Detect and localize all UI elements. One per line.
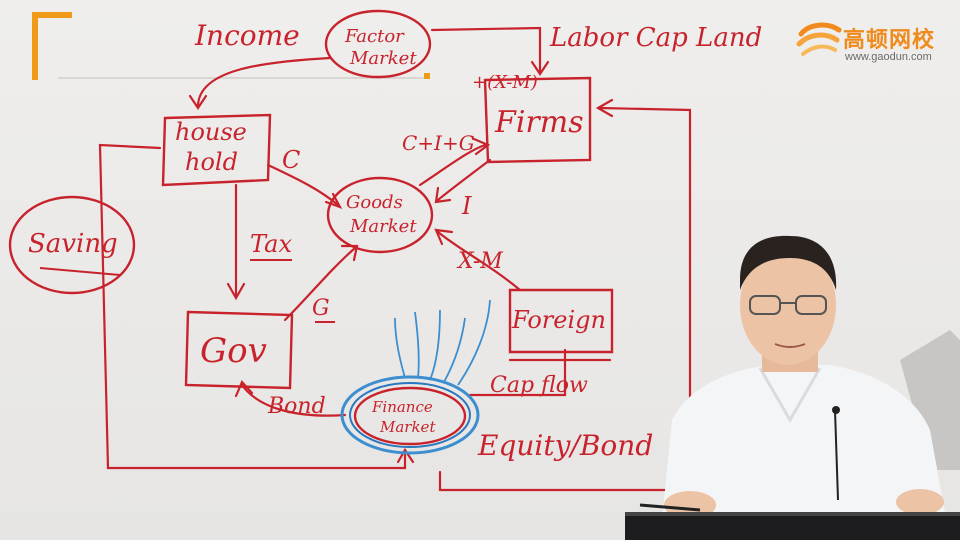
- presenter-figure: [625, 235, 960, 540]
- video-frame: Income Factor Market Labor Cap Land hous…: [0, 0, 960, 540]
- goods-market-ellipse: [326, 176, 434, 254]
- gaodun-logo: 高顿网校 www.gaodun.com: [795, 18, 945, 68]
- goods-label: Goods: [346, 192, 403, 213]
- finance-label: Finance: [371, 398, 433, 416]
- logo-url: www.gaodun.com: [845, 51, 932, 63]
- market-label: Market: [349, 48, 417, 69]
- logo-name: 高顿网校: [843, 27, 936, 52]
- tax-label: Tax: [250, 230, 292, 258]
- gov-label: Gov: [200, 331, 267, 371]
- firms-label: Firms: [494, 105, 584, 140]
- hold-label: hold: [185, 148, 238, 176]
- g-label: G: [312, 296, 330, 321]
- finance-market-label: Market: [379, 418, 436, 436]
- equity-bond-label: Equity/Bond: [477, 429, 653, 462]
- xm-top-label: +(X-M): [472, 72, 538, 93]
- factor-label: Factor: [344, 26, 405, 47]
- diagram-labels: Income Factor Market Labor Cap Land hous…: [28, 19, 762, 462]
- goods-market-label: Market: [349, 216, 417, 237]
- income-label: Income: [194, 19, 300, 52]
- bond-label: Bond: [267, 394, 326, 419]
- i-label: I: [461, 192, 472, 220]
- labor-cap-land-label: Labor Cap Land: [549, 23, 762, 53]
- gaodun-logo-icon: [796, 22, 842, 56]
- xm-label: X-M: [456, 249, 503, 274]
- whiteboard-canvas: Income Factor Market Labor Cap Land hous…: [8, 9, 960, 540]
- saving-label: Saving: [28, 229, 118, 259]
- cig-label: C+I+G: [402, 131, 475, 155]
- c-label: C: [282, 146, 300, 174]
- cap-flow-label: Cap flow: [490, 373, 588, 398]
- foreign-label: Foreign: [511, 306, 606, 334]
- house-label: house: [175, 118, 247, 146]
